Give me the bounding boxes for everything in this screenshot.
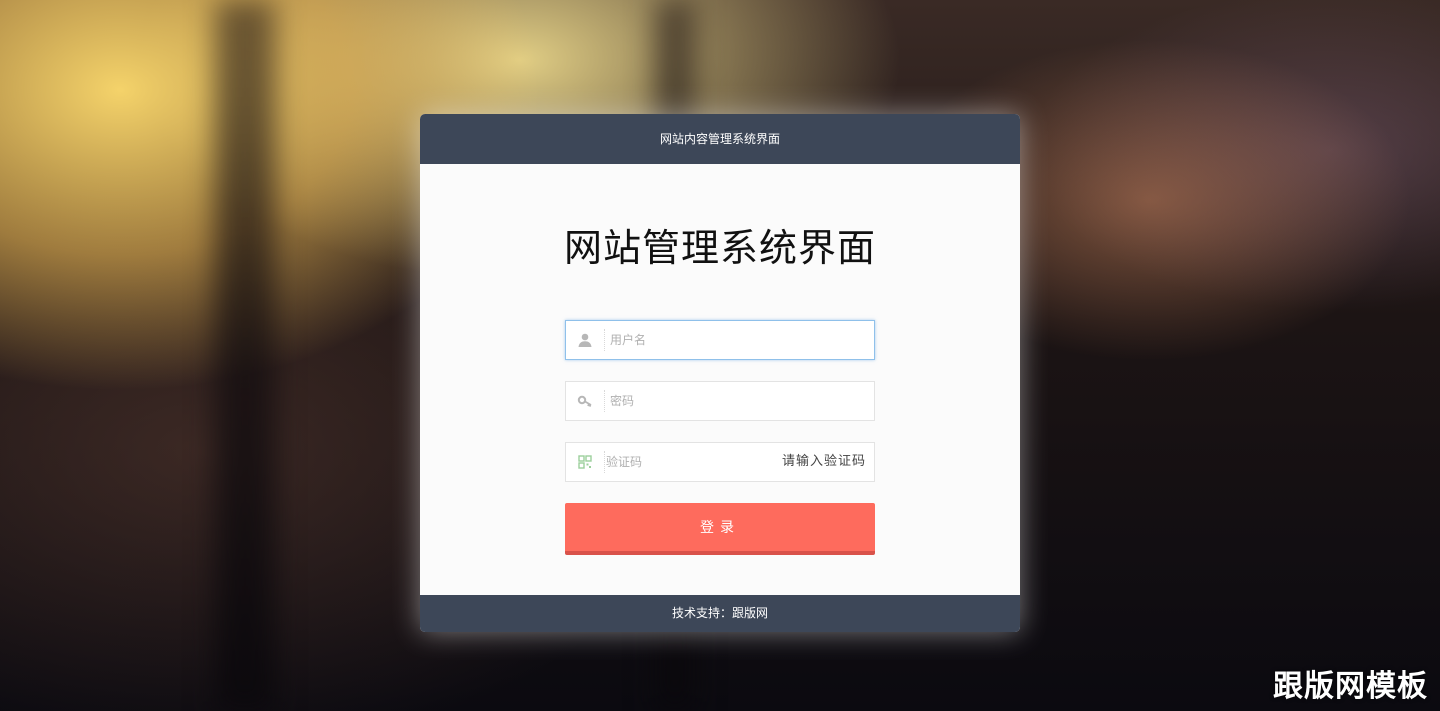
username-input[interactable] <box>610 321 770 359</box>
field-separator <box>604 390 605 412</box>
captcha-field[interactable]: 请输入验证码 <box>565 442 875 482</box>
password-field[interactable] <box>565 381 875 421</box>
field-separator <box>604 451 605 473</box>
login-panel: 网站内容管理系统界面 网站管理系统界面 用户名 验证码 请输入验证码 登录 技术… <box>420 114 1020 632</box>
key-icon <box>566 382 604 420</box>
panel-header: 网站内容管理系统界面 <box>420 114 1020 164</box>
password-input[interactable] <box>610 382 770 420</box>
captcha-input[interactable] <box>606 443 766 481</box>
footer-text: 技术支持：跟版网 <box>671 606 768 620</box>
qrcode-icon <box>566 443 604 481</box>
login-button[interactable]: 登录 <box>565 503 875 555</box>
field-separator <box>604 329 605 351</box>
captcha-image[interactable]: 请输入验证码 <box>782 443 866 481</box>
page-title: 网站管理系统界面 <box>563 226 876 270</box>
watermark-logo: 跟版网模板 <box>1273 669 1428 704</box>
panel-footer: 技术支持：跟版网 <box>420 595 1020 632</box>
header-title: 网站内容管理系统界面 <box>659 132 780 146</box>
username-field[interactable] <box>565 320 875 360</box>
user-icon <box>566 321 604 359</box>
background-pillar <box>215 0 275 711</box>
